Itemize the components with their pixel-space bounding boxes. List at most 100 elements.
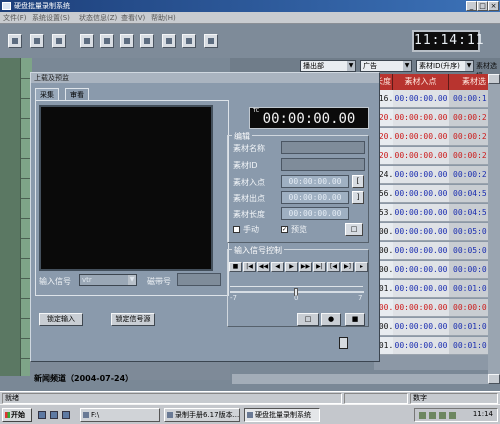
in-point-field[interactable]: 00:00:00.00 — [281, 175, 349, 188]
horizontal-scrollbar[interactable] — [232, 374, 488, 384]
input-signal-select[interactable]: vtr ▼ — [79, 274, 137, 286]
menu-bar: 文件(F) 系统设置(S) 状态信息(Z) 查看(V) 帮助(H) — [0, 12, 500, 24]
record-button[interactable]: ● — [321, 313, 341, 326]
minimize-button[interactable]: _ — [466, 1, 477, 11]
start-button[interactable]: 开始 — [2, 408, 32, 422]
network-icon[interactable] — [419, 412, 426, 419]
fast-forward-icon[interactable]: ▶▶ — [299, 262, 312, 272]
desktop-icon[interactable] — [38, 411, 46, 419]
preview-window-icon[interactable]: □ — [345, 223, 363, 236]
chevron-down-icon: ▼ — [128, 275, 136, 285]
scale-min: -7 — [230, 294, 237, 302]
save-icon[interactable] — [52, 34, 66, 48]
slow-icon[interactable]: ▸ — [355, 262, 368, 272]
tab-review[interactable]: 审看 — [65, 88, 89, 100]
lock-source-button[interactable]: 锁定信号源 — [111, 313, 155, 326]
menu-status[interactable]: 状态信息(Z) — [79, 13, 117, 23]
task-manual[interactable]: 录制手册6.17版本... — [164, 408, 240, 422]
windows-logo-icon — [5, 412, 10, 418]
go-end-icon[interactable]: ▶| — [313, 262, 326, 272]
folder-icon — [83, 412, 89, 418]
cell-in-point: 00:00:00.00 — [393, 242, 449, 260]
cell-in-point: 00:00:00.00 — [393, 147, 449, 165]
menu-settings[interactable]: 系统设置(S) — [32, 13, 70, 23]
play-icon[interactable]: ▶ — [285, 262, 298, 272]
channel-select[interactable]: 播出部 ▼ — [300, 60, 356, 72]
cell-in-point: 00:00:00.00 — [393, 337, 449, 355]
go-start-icon[interactable]: |◀ — [243, 262, 256, 272]
tray-app-icon[interactable] — [449, 412, 456, 419]
rewind-icon[interactable]: ◀◀ — [257, 262, 270, 272]
new-icon[interactable] — [8, 34, 22, 48]
window-mode-button[interactable]: □ — [297, 313, 319, 326]
edit-icon[interactable] — [80, 34, 94, 48]
chevron-down-icon: ▼ — [403, 61, 411, 71]
menu-view[interactable]: 查看(V) — [121, 13, 145, 23]
task-explorer[interactable]: F:\ — [80, 408, 160, 422]
copy-icon[interactable] — [162, 34, 176, 48]
preview-checkbox[interactable]: ✓ — [281, 226, 288, 233]
input-method-icon[interactable] — [439, 412, 446, 419]
dialog-title: 上载及预监 — [31, 73, 379, 83]
scroll-up-icon[interactable] — [488, 74, 500, 84]
status-bar: 就绪 数字 — [0, 391, 500, 404]
cell-in-point: 00:00:00.00 — [393, 90, 449, 108]
edit-group-label: 编辑 — [232, 131, 252, 142]
name-field[interactable] — [281, 141, 365, 154]
app-icon — [2, 2, 11, 10]
vertical-scrollbar[interactable] — [488, 74, 500, 384]
sort-select[interactable]: 素材ID(升序) ▼ — [416, 60, 474, 72]
title-bar: 硬盘批量录制系统 — [0, 0, 500, 12]
material-table: 长度 素材入点 素材选 :16.14 00:00:00.00 00:00:1:20.… — [374, 74, 500, 370]
out-point-field[interactable]: 00:00:00.00 — [281, 191, 349, 204]
tab-capture[interactable]: 采集 — [35, 88, 59, 100]
signal-control-label: 输入信号控制 — [232, 245, 284, 256]
task-recorder[interactable]: 硬盘批量录制系统 — [244, 408, 320, 422]
scroll-down-icon[interactable] — [488, 374, 500, 384]
browser-icon[interactable] — [50, 411, 58, 419]
record-icon[interactable] — [100, 34, 114, 48]
lock-input-button[interactable]: 锁定输入 — [39, 313, 83, 326]
cell-in-point: 00:00:00.00 — [393, 261, 449, 279]
id-field[interactable] — [281, 158, 365, 171]
close-button[interactable]: × — [488, 1, 499, 11]
set-out-button[interactable]: ] — [352, 191, 364, 204]
window-title: 硬盘批量录制系统 — [14, 2, 70, 10]
header-in-point[interactable]: 素材入点 — [393, 74, 449, 90]
stop-record-button[interactable]: ■ — [345, 313, 365, 326]
document-icon — [167, 412, 173, 418]
menu-help[interactable]: 帮助(H) — [151, 13, 176, 23]
input-signal-label: 输入信号 — [39, 277, 71, 286]
maximize-button[interactable]: □ — [477, 1, 488, 11]
label-name: 素材名称 — [233, 144, 265, 153]
step-back-icon[interactable]: ◀ — [271, 262, 284, 272]
stop-icon[interactable]: ■ — [229, 262, 242, 272]
scale-max: 7 — [358, 294, 363, 302]
preview-label: 预览 — [291, 225, 307, 234]
help-icon[interactable] — [204, 34, 218, 48]
cell-in-point: 00:00:00.00 — [393, 223, 449, 241]
manual-checkbox[interactable] — [233, 226, 240, 233]
clock-display: 11:14:11 — [412, 30, 484, 52]
timecode-label: TC — [253, 108, 260, 114]
tape-number-label: 磁带号 — [147, 277, 171, 286]
list-icon[interactable] — [120, 34, 134, 48]
type-select[interactable]: 广告 ▼ — [360, 60, 412, 72]
exit-icon[interactable] — [339, 337, 348, 349]
open-icon[interactable] — [30, 34, 44, 48]
mail-icon[interactable] — [62, 411, 70, 419]
video-monitor — [39, 105, 213, 271]
tape-number-field[interactable] — [177, 273, 221, 286]
mark-out-icon[interactable]: ▶] — [341, 262, 354, 272]
length-field: 00:00:00.00 — [281, 207, 349, 220]
menu-file[interactable]: 文件(F) — [3, 13, 27, 23]
cell-in-point: 00:00:00.00 — [393, 128, 449, 146]
mark-in-icon[interactable]: [◀ — [327, 262, 340, 272]
volume-icon[interactable] — [429, 412, 436, 419]
paste-icon[interactable] — [182, 34, 196, 48]
tray-clock: 11:14 — [472, 410, 493, 418]
shuttle-ticks — [230, 281, 363, 287]
scale-mid: 0 — [294, 294, 299, 302]
set-in-button[interactable]: [ — [352, 175, 364, 188]
print-icon[interactable] — [140, 34, 154, 48]
